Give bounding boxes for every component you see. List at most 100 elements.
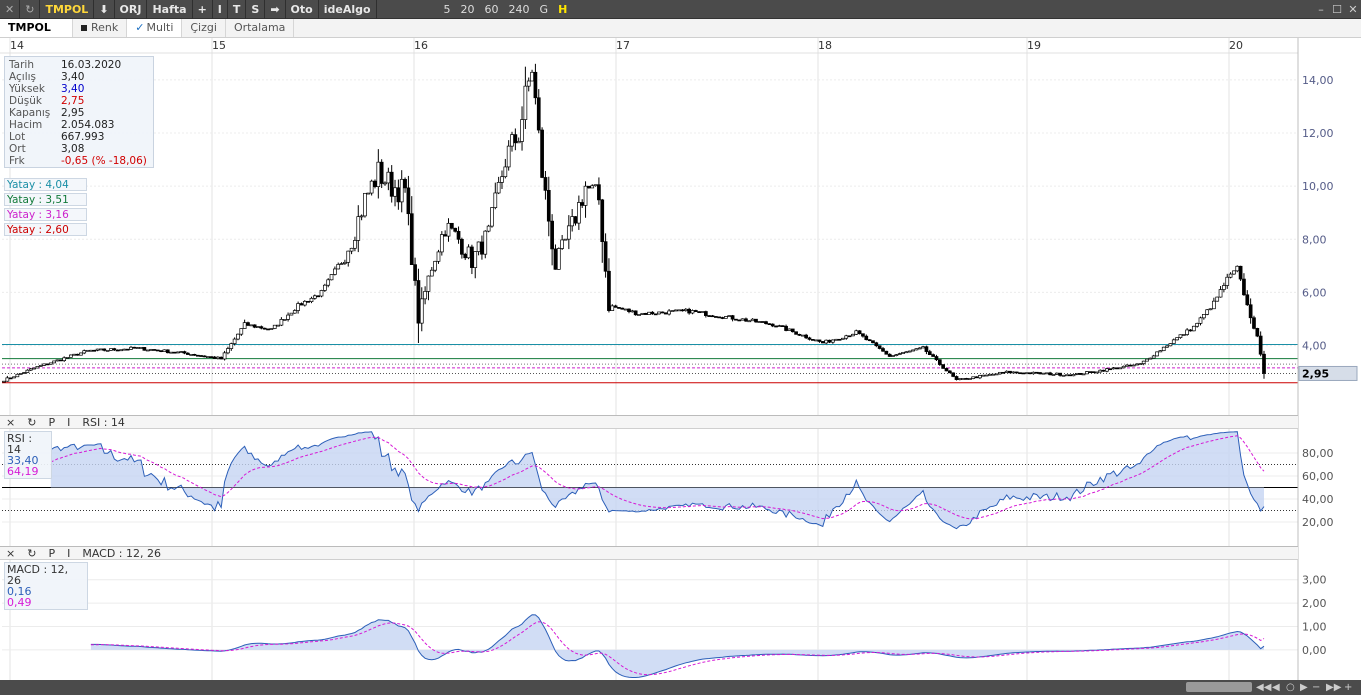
candle-body bbox=[1135, 363, 1139, 366]
candle-body bbox=[55, 359, 60, 362]
rsi-refresh-icon[interactable]: ↻ bbox=[21, 416, 42, 429]
candle-body bbox=[1158, 350, 1163, 353]
candle-body bbox=[784, 325, 788, 331]
info-key: Hacim bbox=[9, 119, 43, 131]
yatay-label-1[interactable]: Yatay : 4,04 bbox=[4, 178, 87, 191]
candle-body bbox=[1034, 371, 1039, 374]
candle-body bbox=[99, 348, 103, 351]
candle-body bbox=[647, 311, 651, 315]
candle-body bbox=[503, 166, 508, 178]
yatay-label-2[interactable]: Yatay : 3,51 bbox=[4, 193, 87, 206]
yatay-label-3[interactable]: Yatay : 3,16 bbox=[4, 208, 87, 221]
candle-body bbox=[433, 260, 437, 271]
candle-body bbox=[1051, 374, 1056, 376]
candle-body bbox=[837, 338, 842, 341]
macd-refresh-icon[interactable]: ↻ bbox=[21, 547, 42, 560]
rsi-panel-bar: × ↻ P I RSI : 14 bbox=[0, 415, 1298, 429]
candle-body bbox=[637, 314, 641, 316]
scroll-first-icon[interactable]: ◀◀ bbox=[1256, 680, 1271, 695]
info-key: Düşük bbox=[9, 95, 42, 107]
candle-body bbox=[1242, 278, 1246, 296]
yatay-label-4[interactable]: Yatay : 2,60 bbox=[4, 223, 87, 236]
candle-body bbox=[192, 354, 197, 356]
candle-body bbox=[587, 185, 591, 189]
candle-body bbox=[533, 71, 538, 99]
rsi-close-icon[interactable]: × bbox=[0, 416, 21, 429]
horizontal-scrollbar[interactable] bbox=[1186, 682, 1252, 692]
scroll-left-icon[interactable]: ◀ bbox=[1272, 680, 1280, 695]
candle-body bbox=[951, 372, 956, 377]
candle-body bbox=[683, 308, 688, 311]
candle-body bbox=[195, 354, 200, 357]
macd-legend-v2: 0,49 bbox=[7, 596, 32, 609]
ohlc-info-box: Tarih 16.03.2020 Açılış 3,40 Yüksek 3,40 Düşük… bbox=[4, 56, 154, 168]
candle-body bbox=[450, 222, 454, 229]
candle-body bbox=[1088, 371, 1093, 373]
candle-body bbox=[272, 324, 277, 329]
candle-body bbox=[1155, 351, 1159, 357]
candle-body bbox=[236, 333, 240, 340]
rsi-layer bbox=[2, 431, 1298, 530]
info-value: 2,75 bbox=[61, 95, 85, 107]
zoom-circle-icon[interactable]: ○ bbox=[1286, 680, 1295, 695]
candle-body bbox=[1161, 346, 1166, 352]
candle-body bbox=[135, 347, 140, 349]
candle-body bbox=[65, 357, 70, 359]
candle-body bbox=[1215, 296, 1220, 302]
candle-body bbox=[129, 346, 133, 350]
candle-body bbox=[653, 313, 658, 316]
scroll-right-icon[interactable]: ▶ bbox=[1300, 680, 1308, 695]
candle-body bbox=[927, 351, 932, 355]
macd-i-button[interactable]: I bbox=[61, 547, 76, 560]
candle-body bbox=[600, 199, 605, 242]
candle-body bbox=[1258, 335, 1263, 355]
candle-body bbox=[1021, 372, 1026, 375]
candle-body bbox=[998, 371, 1002, 375]
zoom-out-icon[interactable]: − bbox=[1312, 680, 1320, 695]
candle-body bbox=[1235, 265, 1240, 272]
candle-body bbox=[807, 337, 812, 340]
candle-body bbox=[693, 310, 698, 313]
candle-body bbox=[964, 378, 969, 380]
candle-body bbox=[1108, 368, 1113, 371]
candle-body bbox=[58, 359, 63, 362]
candle-body bbox=[1191, 325, 1196, 332]
candle-body bbox=[1225, 276, 1230, 286]
candle-body bbox=[466, 246, 471, 259]
candle-body bbox=[1238, 265, 1243, 280]
candle-body bbox=[1212, 300, 1216, 310]
candle-body bbox=[1252, 317, 1256, 329]
candle-body bbox=[480, 241, 484, 255]
candle-body bbox=[877, 345, 882, 349]
rsi-i-button[interactable]: I bbox=[61, 416, 76, 429]
candle-body bbox=[1171, 339, 1176, 344]
candle-body bbox=[760, 321, 765, 323]
candle-body bbox=[396, 187, 401, 203]
x-tick-label-14: 14 bbox=[10, 39, 24, 52]
info-row: Kapanış 2,95 bbox=[9, 107, 149, 119]
x-tick-label-19: 19 bbox=[1027, 39, 1041, 52]
candle-body bbox=[1168, 343, 1173, 347]
info-value: 16.03.2020 bbox=[61, 59, 122, 71]
zoom-in-icon[interactable]: + bbox=[1344, 680, 1352, 695]
candle-body bbox=[185, 352, 190, 355]
candle-body bbox=[22, 372, 26, 374]
candle-body bbox=[413, 264, 417, 281]
rsi-p-button[interactable]: P bbox=[42, 416, 61, 429]
candle-body bbox=[680, 309, 685, 312]
info-value: 3,08 bbox=[61, 143, 85, 155]
candle-body bbox=[326, 279, 331, 286]
candle-body bbox=[269, 328, 274, 330]
macd-p-button[interactable]: P bbox=[42, 547, 61, 560]
candle-body bbox=[978, 375, 982, 379]
info-key: Lot bbox=[9, 131, 26, 143]
macd-close-icon[interactable]: × bbox=[0, 547, 21, 560]
candle-body bbox=[202, 355, 207, 358]
info-key: Ort bbox=[9, 143, 26, 155]
scroll-last-icon[interactable]: ▶▶ bbox=[1326, 680, 1341, 695]
candle-body bbox=[25, 369, 30, 373]
candle-body bbox=[891, 355, 895, 357]
candle-body bbox=[1031, 371, 1036, 375]
chart-canvas[interactable]: 14 15 16 17 18 19 20 4,00 6,00 8,00 10,00 12,00 14,0… bbox=[0, 0, 1361, 695]
candle-body bbox=[302, 300, 307, 306]
